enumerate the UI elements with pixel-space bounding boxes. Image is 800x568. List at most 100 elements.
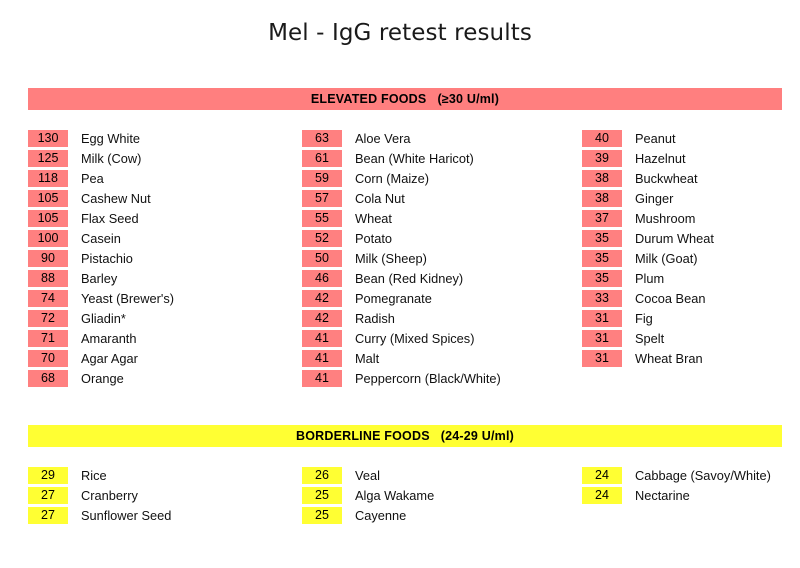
food-name-label: Nectarine (635, 487, 690, 503)
result-value-badge: 25 (302, 486, 342, 504)
food-name-label: Sunflower Seed (81, 507, 172, 523)
result-value-badge: 42 (302, 309, 342, 327)
food-result-row: 50 Milk (Sheep) (302, 248, 557, 268)
food-result-row: 25 Alga Wakame (302, 485, 557, 505)
result-value-badge: 26 (302, 466, 342, 484)
food-name-label: Egg White (81, 130, 141, 146)
result-value-badge: 42 (302, 289, 342, 307)
food-name-label: Corn (Maize) (355, 170, 429, 186)
result-value-badge: 41 (302, 349, 342, 367)
food-name-label: Curry (Mixed Spices) (355, 330, 475, 346)
food-name-label: Mushroom (635, 210, 696, 226)
result-value-badge: 39 (582, 149, 622, 167)
food-result-row: 41 Peppercorn (Black/White) (302, 368, 557, 388)
food-name-label: Casein (81, 230, 121, 246)
food-result-row: 100 Casein (28, 228, 277, 248)
food-result-row: 37 Mushroom (582, 208, 800, 228)
food-result-row: 74 Yeast (Brewer's) (28, 288, 277, 308)
food-name-label: Wheat Bran (635, 350, 703, 366)
section-header-borderline: BORDERLINE FOODS (24-29 U/ml) (28, 425, 782, 447)
food-result-row: 27 Sunflower Seed (28, 505, 277, 525)
food-result-row: 35 Plum (582, 268, 800, 288)
food-result-row: 105 Flax Seed (28, 208, 277, 228)
result-value-badge: 24 (582, 466, 622, 484)
result-value-badge: 63 (302, 129, 342, 147)
food-name-label: Veal (355, 467, 380, 483)
result-value-badge: 100 (28, 229, 68, 247)
borderline-foods-list: 29 Rice 27 Cranberry 27 Sunflower Seed 26 Veal… (0, 465, 800, 525)
food-result-row: 125 Milk (Cow) (28, 148, 277, 168)
food-name-label: Milk (Sheep) (355, 250, 427, 266)
result-value-badge: 33 (582, 289, 622, 307)
food-result-row: 52 Potato (302, 228, 557, 248)
food-result-row: 68 Orange (28, 368, 277, 388)
food-result-row: 27 Cranberry (28, 485, 277, 505)
food-name-label: Plum (635, 270, 665, 286)
elevated-foods-list: 130 Egg White 125 Milk (Cow) 118 Pea 105 Cashew… (0, 128, 800, 388)
result-value-badge: 90 (28, 249, 68, 267)
food-result-row: 41 Curry (Mixed Spices) (302, 328, 557, 348)
result-value-badge: 125 (28, 149, 68, 167)
borderline-column-1: 29 Rice 27 Cranberry 27 Sunflower Seed (0, 465, 277, 525)
result-value-badge: 31 (582, 329, 622, 347)
result-value-badge: 31 (582, 349, 622, 367)
food-result-row: 31 Spelt (582, 328, 800, 348)
food-name-label: Yeast (Brewer's) (81, 290, 175, 306)
food-name-label: Cocoa Bean (635, 290, 706, 306)
result-value-badge: 52 (302, 229, 342, 247)
food-name-label: Wheat (355, 210, 392, 226)
result-value-badge: 46 (302, 269, 342, 287)
page-title: Mel - IgG retest results (268, 20, 532, 46)
food-name-label: Hazelnut (635, 150, 686, 166)
borderline-column-3: 24 Cabbage (Savoy/White) 24 Nectarine (557, 465, 800, 525)
food-result-row: 70 Agar Agar (28, 348, 277, 368)
result-value-badge: 38 (582, 169, 622, 187)
result-value-badge: 105 (28, 209, 68, 227)
food-result-row: 41 Malt (302, 348, 557, 368)
food-result-row: 118 Pea (28, 168, 277, 188)
result-value-badge: 68 (28, 369, 68, 387)
food-result-row: 130 Egg White (28, 128, 277, 148)
result-value-badge: 55 (302, 209, 342, 227)
elevated-column-3: 40 Peanut 39 Hazelnut 38 Buckwheat 38 Ginger 37 M… (557, 128, 800, 388)
food-name-label: Orange (81, 370, 124, 386)
food-result-row: 31 Wheat Bran (582, 348, 800, 368)
food-name-label: Aloe Vera (355, 130, 411, 146)
food-name-label: Cashew Nut (81, 190, 151, 206)
result-value-badge: 31 (582, 309, 622, 327)
result-value-badge: 130 (28, 129, 68, 147)
result-value-badge: 59 (302, 169, 342, 187)
food-name-label: Milk (Goat) (635, 250, 698, 266)
food-result-row: 33 Cocoa Bean (582, 288, 800, 308)
result-value-badge: 35 (582, 249, 622, 267)
food-name-label: Amaranth (81, 330, 137, 346)
food-name-label: Peanut (635, 130, 676, 146)
food-result-row: 63 Aloe Vera (302, 128, 557, 148)
food-result-row: 72 Gliadin* (28, 308, 277, 328)
food-result-row: 61 Bean (White Haricot) (302, 148, 557, 168)
food-name-label: Ginger (635, 190, 674, 206)
result-value-badge: 105 (28, 189, 68, 207)
food-name-label: Spelt (635, 330, 665, 346)
food-result-row: 24 Cabbage (Savoy/White) (582, 465, 800, 485)
section-header-elevated: ELEVATED FOODS (≥30 U/ml) (28, 88, 782, 110)
food-result-row: 29 Rice (28, 465, 277, 485)
food-result-row: 35 Milk (Goat) (582, 248, 800, 268)
food-name-label: Potato (355, 230, 392, 246)
food-result-row: 38 Buckwheat (582, 168, 800, 188)
result-value-badge: 50 (302, 249, 342, 267)
food-result-row: 55 Wheat (302, 208, 557, 228)
result-value-badge: 88 (28, 269, 68, 287)
food-result-row: 38 Ginger (582, 188, 800, 208)
food-name-label: Bean (White Haricot) (355, 150, 474, 166)
food-result-row: 105 Cashew Nut (28, 188, 277, 208)
elevated-column-2: 63 Aloe Vera 61 Bean (White Haricot) 59 Corn … (277, 128, 557, 388)
food-result-row: 46 Bean (Red Kidney) (302, 268, 557, 288)
result-value-badge: 29 (28, 466, 68, 484)
food-result-row: 57 Cola Nut (302, 188, 557, 208)
food-name-label: Radish (355, 310, 395, 326)
result-value-badge: 74 (28, 289, 68, 307)
borderline-column-2: 26 Veal 25 Alga Wakame 25 Cayenne (277, 465, 557, 525)
result-value-badge: 38 (582, 189, 622, 207)
food-name-label: Flax Seed (81, 210, 139, 226)
